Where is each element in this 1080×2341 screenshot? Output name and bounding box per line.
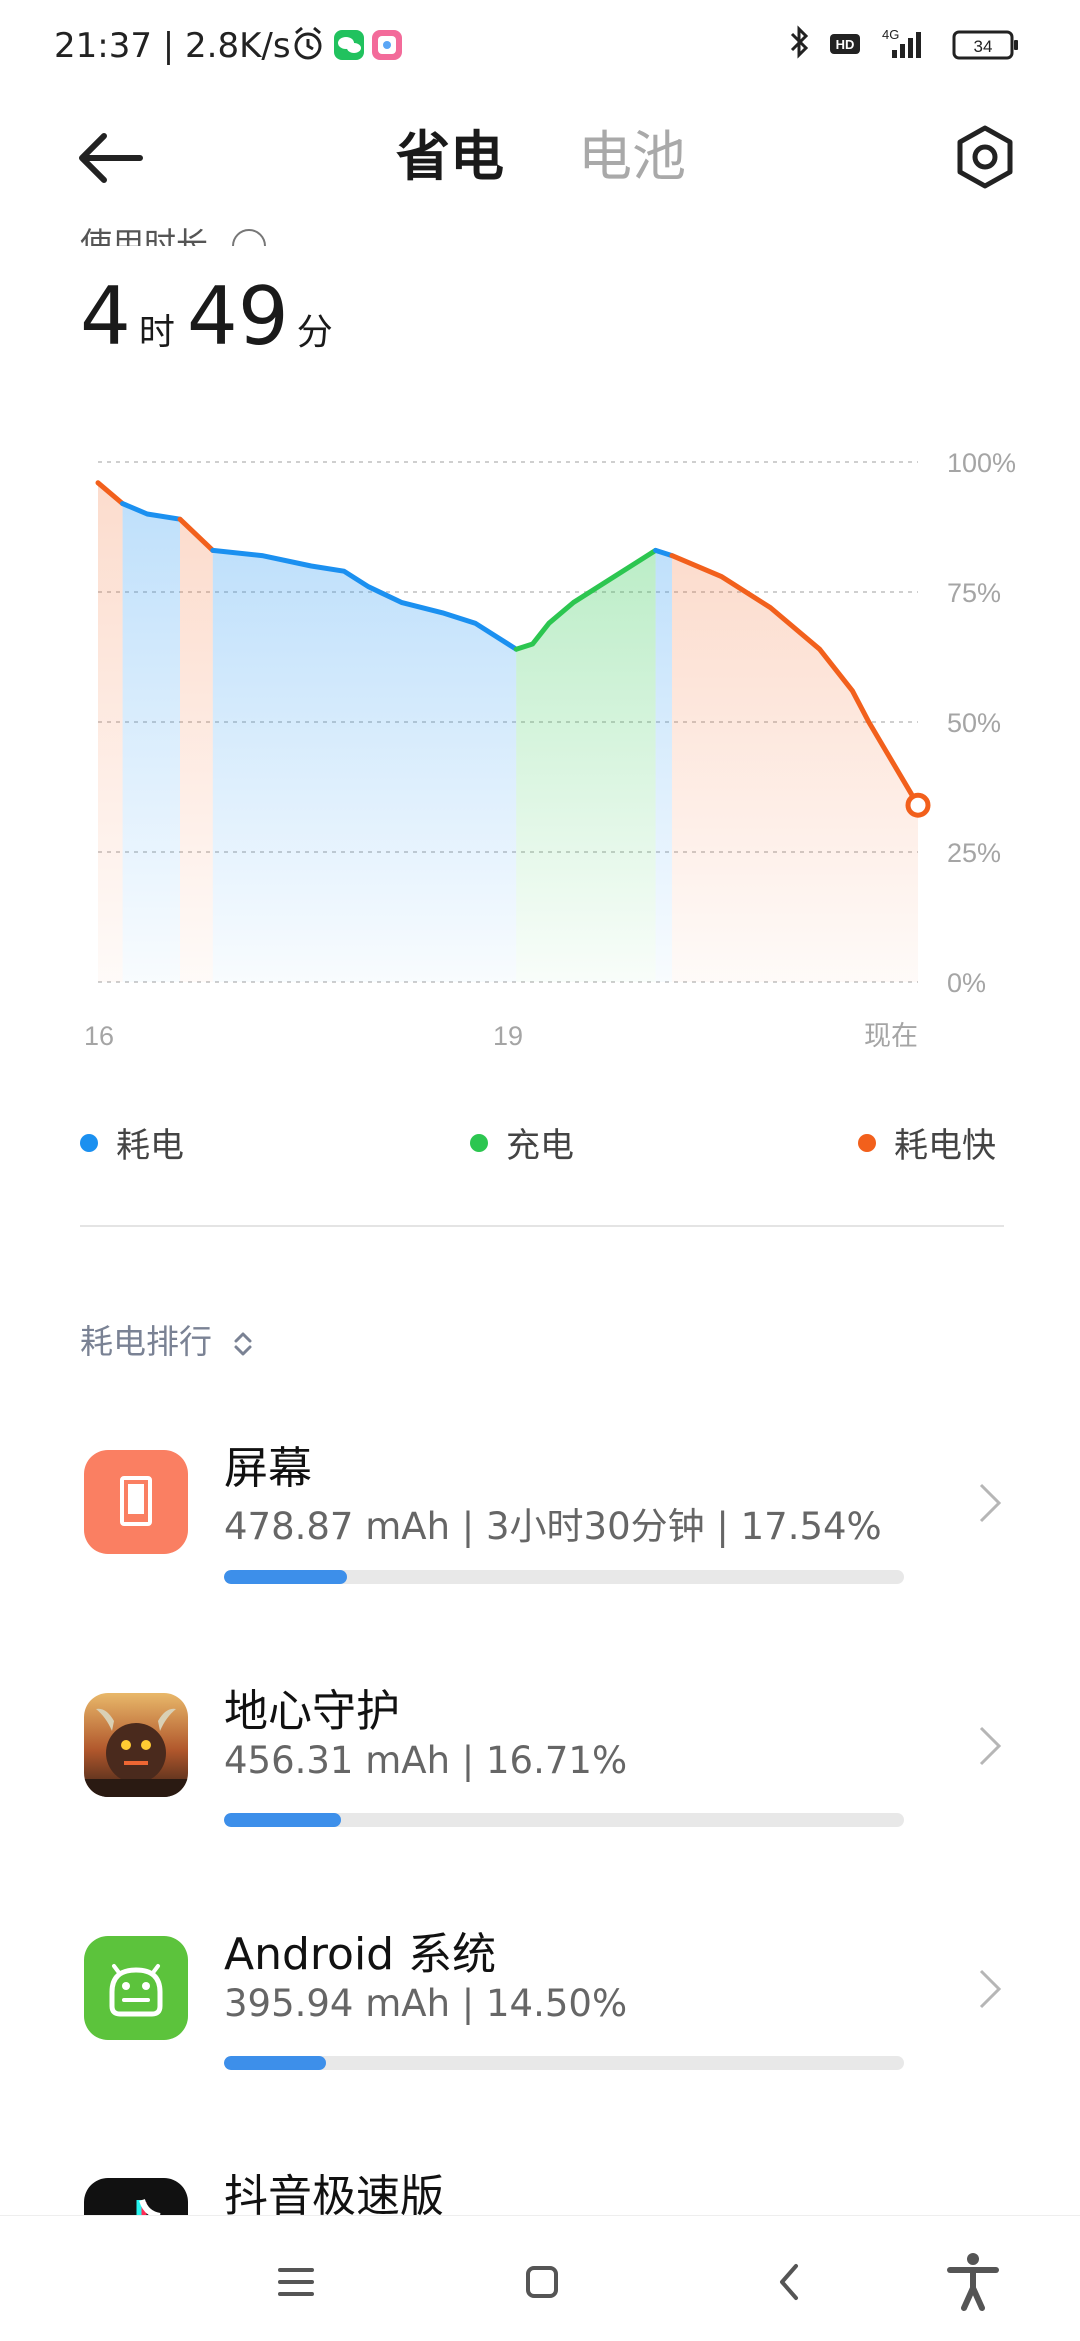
app-usage-detail: 395.94 mAh | 14.50% (224, 1982, 628, 2025)
current-level-point (905, 792, 931, 818)
status-system-icons: HD 4G 34 (790, 25, 1018, 60)
svg-text:34: 34 (974, 37, 993, 56)
x-tick-label: 16 (84, 1021, 114, 1051)
accessibility-icon[interactable] (942, 2250, 1004, 2312)
divider (80, 1225, 1004, 1227)
android-icon (84, 1936, 188, 2040)
y-tick-label: 0% (947, 968, 986, 998)
app-name: 抖音极速版 (224, 2171, 444, 2215)
app-row-douyin-lite[interactable]: 抖音极速版 (0, 2160, 1080, 2215)
usage-bar (224, 1813, 904, 1827)
usage-bar (224, 2056, 904, 2070)
svg-text:HD: HD (836, 37, 855, 52)
sort-toggle-icon (234, 1332, 251, 1355)
area-fast (672, 555, 918, 982)
chevron-right-icon (979, 1726, 1002, 1766)
settings-button[interactable] (950, 122, 1020, 192)
app-name: 地心守护 (224, 1686, 400, 1737)
usage-bar-fill (224, 1813, 342, 1827)
usage-hours-unit: 时 (138, 312, 175, 353)
app-row-android-system[interactable]: Android 系统 395.94 mAh | 14.50% (0, 1918, 1080, 2128)
chevron-right-icon (979, 1969, 1002, 2009)
legend-charge: 充电 (470, 1118, 574, 1167)
legend-fast-drain-dot (858, 1133, 876, 1152)
area-drain (212, 550, 517, 982)
home-icon[interactable] (514, 2254, 570, 2310)
x-tick-label: 现在 (864, 1021, 918, 1051)
status-time: 21:37 | 2.8K/s (54, 26, 291, 66)
usage-minutes-unit: 分 (296, 312, 333, 353)
status-notification-icons (294, 26, 402, 60)
nav-back-icon[interactable] (762, 2254, 818, 2310)
battery-chart: 100% 75% 50% 25% 0% 16 19 现在 (84, 448, 1016, 1051)
navigation-bar (0, 2215, 1080, 2341)
screen-icon (84, 1450, 188, 1554)
y-tick-label: 25% (947, 838, 1001, 868)
area-fast (180, 519, 213, 982)
back-button[interactable] (70, 120, 150, 196)
usage-bar (224, 1570, 904, 1584)
info-icon[interactable] (232, 229, 267, 246)
usage-bar-fill (224, 2056, 326, 2070)
area-fast (98, 482, 123, 982)
legend-drain: 耗电 (80, 1118, 184, 1167)
app-name: Android 系统 (224, 1929, 497, 1980)
chevron-right-icon (979, 1483, 1002, 1523)
svg-text:4G: 4G (882, 27, 899, 42)
app-usage-detail: 456.31 mAh | 16.71% (224, 1739, 628, 1782)
usage-duration-label: 使用时长 (80, 212, 267, 246)
gallery-icon (372, 30, 402, 60)
usage-duration-value: 4 时 49 分 (80, 270, 345, 363)
douyin-icon (84, 2178, 188, 2215)
legend-fast-drain: 耗电快 (858, 1118, 996, 1167)
alarm-icon (294, 26, 322, 60)
game-icon (84, 1693, 188, 1797)
area-charge (516, 550, 656, 982)
y-tick-label: 100% (947, 448, 1016, 478)
app-usage-detail: 478.87 mAh | 3小时30分钟 | 17.54% (224, 1505, 882, 1548)
battery-icon: 34 (952, 30, 1018, 60)
settings-icon (957, 125, 1013, 189)
back-arrow-icon (79, 133, 143, 183)
consumption-ranking-sort[interactable]: 耗电排行 (80, 1315, 255, 1363)
app-row-screen[interactable]: 屏幕 478.87 mAh | 3小时30分钟 | 17.54% (0, 1432, 1080, 1642)
x-tick-label: 19 (493, 1021, 523, 1051)
menu-icon[interactable] (268, 2254, 324, 2310)
y-tick-label: 50% (947, 708, 1001, 738)
wechat-icon (334, 30, 364, 60)
y-tick-label: 75% (947, 578, 1001, 608)
usage-bar-fill (224, 1570, 347, 1584)
area-drain (655, 550, 672, 982)
usage-hours: 4 (80, 270, 131, 363)
tab-power-saving[interactable]: 省电 (396, 112, 504, 191)
area-drain (122, 503, 180, 982)
legend-drain-dot (80, 1133, 98, 1152)
bluetooth-icon (790, 25, 809, 59)
app-name: 屏幕 (224, 1443, 312, 1494)
app-row-game[interactable]: 地心守护 456.31 mAh | 16.71% (0, 1675, 1080, 1885)
tab-battery[interactable]: 电池 (578, 112, 686, 191)
legend-charge-dot (470, 1133, 488, 1152)
usage-minutes: 49 (186, 270, 289, 363)
